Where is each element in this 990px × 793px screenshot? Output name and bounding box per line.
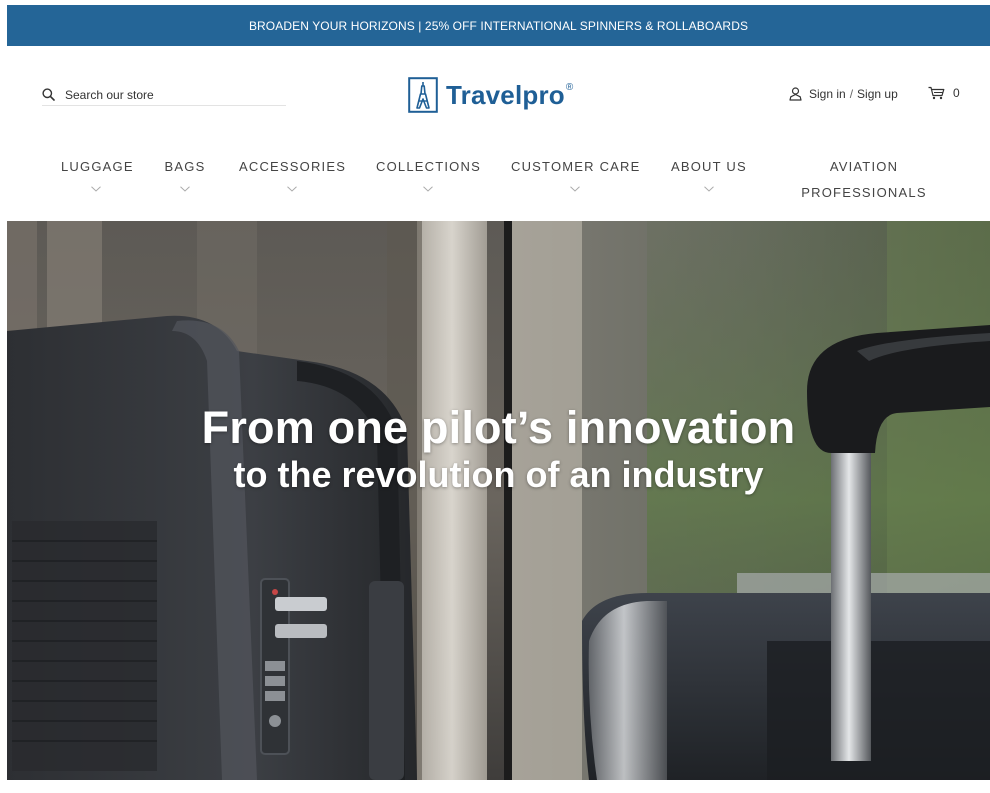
user-icon[interactable] — [789, 87, 802, 101]
nav-label-line1[interactable]: AVIATION — [800, 154, 928, 180]
cart-button[interactable]: 0 — [928, 83, 960, 103]
promo-banner[interactable]: BROADEN YOUR HORIZONS | 25% OFF INTERNAT… — [7, 5, 990, 46]
search-input[interactable] — [65, 87, 265, 102]
cart-icon[interactable] — [928, 86, 945, 100]
nav-label[interactable]: ABOUT US — [671, 154, 746, 180]
account-links: Sign in / Sign up — [789, 84, 898, 104]
search-bar[interactable] — [42, 84, 286, 106]
nav-label[interactable]: CUSTOMER CARE — [511, 154, 639, 180]
main-nav: LUGGAGE BAGS ACCESSORIES COLLECTIONS CUS… — [0, 154, 990, 216]
account-separator: / — [849, 87, 854, 101]
nav-item-customer-care[interactable]: CUSTOMER CARE — [511, 154, 639, 192]
logo-text[interactable]: Travelpro — [446, 80, 565, 111]
hero-headline: From one pilot’s innovation to the revol… — [7, 404, 990, 496]
promo-text[interactable]: BROADEN YOUR HORIZONS | 25% OFF INTERNAT… — [249, 19, 748, 33]
nav-label[interactable]: COLLECTIONS — [376, 154, 480, 180]
nav-item-bags[interactable]: BAGS — [164, 154, 206, 192]
chevron-down-icon[interactable] — [286, 186, 297, 192]
nav-label[interactable]: LUGGAGE — [61, 154, 133, 180]
registered-mark: ® — [565, 81, 574, 93]
chevron-down-icon[interactable] — [703, 186, 714, 192]
chevron-down-icon[interactable] — [422, 186, 433, 192]
sign-up-link[interactable]: Sign up — [857, 87, 898, 101]
nav-item-luggage[interactable]: LUGGAGE — [61, 154, 133, 192]
chevron-down-icon[interactable] — [180, 186, 190, 192]
nav-label[interactable]: BAGS — [164, 154, 206, 180]
hero-luggage-image — [7, 221, 990, 780]
nav-item-aviation-professionals[interactable]: AVIATION PROFESSIONALS — [800, 154, 928, 206]
nav-item-about-us[interactable]: ABOUT US — [671, 154, 746, 192]
hero-title-line1: From one pilot’s innovation — [201, 402, 796, 453]
search-icon[interactable] — [42, 88, 55, 101]
cart-count[interactable]: 0 — [953, 86, 960, 100]
hero-title-line2: to the revolution of an industry — [233, 454, 764, 495]
travelpro-logo[interactable]: Travelpro ® — [408, 76, 573, 114]
nav-item-collections[interactable]: COLLECTIONS — [376, 154, 480, 192]
chevron-down-icon[interactable] — [91, 186, 101, 192]
nav-label-line2[interactable]: PROFESSIONALS — [800, 180, 928, 206]
hero-banner[interactable]: From one pilot’s innovation to the revol… — [7, 221, 990, 780]
site-header: Travelpro® Sign in / Sign up 0 — [0, 46, 990, 146]
nav-label[interactable]: ACCESSORIES — [239, 154, 345, 180]
nav-item-accessories[interactable]: ACCESSORIES — [239, 154, 345, 192]
eiffel-tower-logo-icon — [408, 77, 438, 113]
sign-in-link[interactable]: Sign in — [809, 87, 846, 101]
chevron-down-icon[interactable] — [570, 186, 580, 192]
